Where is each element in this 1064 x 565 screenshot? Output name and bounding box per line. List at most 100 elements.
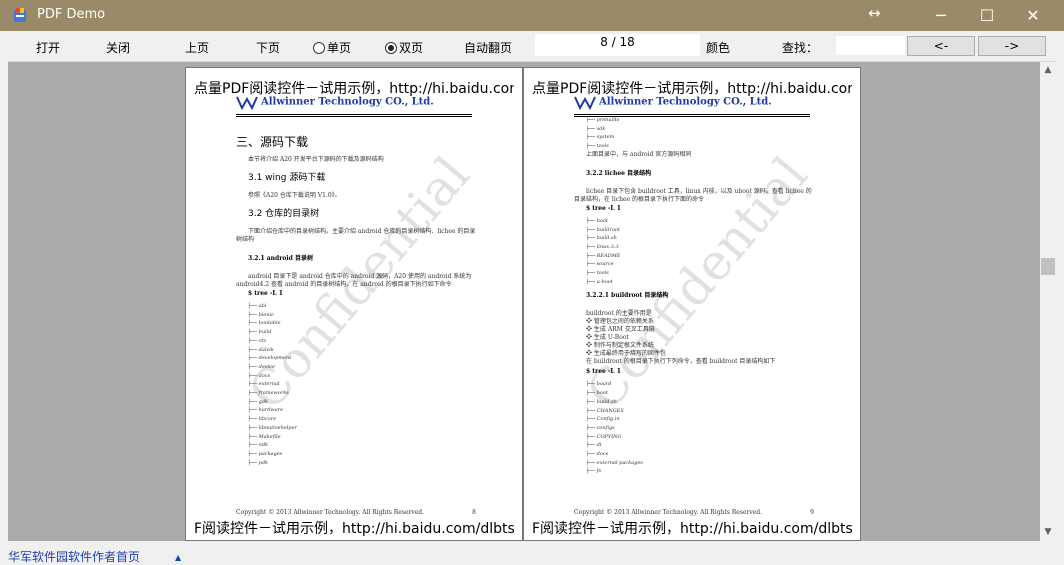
tree-item: ├── sdk — [586, 125, 606, 132]
tree-item: ├── dl — [586, 442, 602, 449]
tree-item: ├── COPYING — [586, 433, 622, 440]
pdf-viewer[interactable]: Confidential 点量PDF阅读控件－试用示例，http://hi.ba… — [8, 62, 1040, 541]
radio-circle-single[interactable] — [313, 41, 325, 54]
page-footer: Copyright © 2013 Allwinner Technology. A… — [574, 509, 814, 516]
page-number: 9 — [810, 509, 814, 516]
double-page-radio[interactable]: 双页 — [385, 39, 423, 56]
tree-item: ├── Makefile — [248, 433, 281, 440]
logo-text: Allwinner Technology CO., Ltd. — [599, 96, 772, 108]
open-button[interactable]: 打开 — [36, 39, 60, 56]
section-heading-3-2: 3.2 仓库的目录树 — [248, 209, 320, 219]
section-heading-3-2-1: 3.2.1 android 目录树 — [248, 255, 313, 262]
find-label: 查找： — [782, 41, 819, 55]
page-footer: Copyright © 2013 Allwinner Technology. A… — [236, 509, 476, 516]
tree-item: ├── buildroot — [586, 226, 620, 233]
tree-item: ├── boot — [586, 217, 608, 224]
tree-item: ├── external-packages — [586, 459, 643, 466]
search-input[interactable] — [835, 35, 906, 56]
tree-item: ├── CHANGES — [586, 407, 624, 414]
page-indicator-field[interactable]: 8 / 18 — [535, 34, 700, 56]
allwinner-logo-icon — [236, 96, 258, 110]
command-line: $ tree -L 1 — [586, 204, 621, 212]
tree-item: ├── ndk — [248, 442, 269, 449]
prev-page-button[interactable]: 上页 — [185, 39, 209, 56]
tree-item: ├── fs — [586, 468, 602, 475]
tree-item: ├── pdk — [248, 459, 269, 466]
intro-text: 本节将介绍 A20 开发平台下源码的下载及源码结构 — [248, 156, 384, 163]
next-page-button[interactable]: 下页 — [256, 39, 280, 56]
tree-item: ├── Config.in — [586, 416, 620, 423]
tree-item: ├── bootable — [248, 320, 281, 327]
bullet-list: ❖ 管理包之间的依赖关系 ❖ 生成 ARM 交叉工具链 ❖ 生成 U-Boot ❖ 制… — [586, 318, 814, 358]
tree-item: ├── hardware — [248, 407, 284, 414]
color-button[interactable]: 颜色 — [706, 39, 730, 56]
tree-item: ├── dalvik — [248, 346, 274, 353]
auto-flip-button[interactable]: 自动翻页 — [464, 39, 512, 56]
tree-item: ├── build — [248, 329, 272, 336]
section-3-2-text: 下面介绍仓库中的目录树结构。主要介绍 android 仓库的目录树结构、lich… — [236, 228, 476, 243]
directory-tree: ├── abi ├── bionic ├── bootable ├── build ├─… — [248, 302, 476, 467]
footer-copyright: Copyright © 2013 Allwinner Technology. A… — [574, 509, 763, 516]
scroll-down-arrow-icon[interactable]: ▼ — [1040, 524, 1056, 541]
tree-item: ├── libnativehelper — [248, 424, 297, 431]
section-heading-3-2-2: 3.2.2 lichee 目录结构 — [586, 169, 652, 177]
directory-tree-lichee: ├── boot ├── buildroot ├── build.sh ├── lin… — [586, 217, 814, 287]
tree-item: ├── board — [586, 381, 612, 388]
scroll-thumb[interactable] — [1041, 258, 1055, 275]
logo-text: Allwinner Technology CO., Ltd. — [261, 96, 434, 108]
window-title: PDF Demo — [37, 7, 106, 22]
double-page-label: 双页 — [399, 41, 424, 55]
tree-item: ├── docs — [586, 451, 609, 458]
section-3-2-1-text: android 目录下是 android 仓库中的 android 源码，A20… — [236, 273, 472, 288]
minimize-button[interactable]: ─ — [918, 0, 964, 31]
section-heading-3-1: 3.1 wing 源码下载 — [248, 173, 326, 183]
tree-item: ├── libcore — [248, 416, 277, 423]
section-3-1-text: 参照《A20 仓库下载说明 V1.0》。 — [248, 192, 341, 199]
tree-item: ├── system — [586, 134, 615, 141]
title-bar: PDF Demo ↔ ─ ☐ ✕ — [0, 0, 1064, 31]
trial-banner-bottom: F阅读控件－试用示例，http://hi.baidu.com/dlbtsoft — [194, 521, 514, 537]
scroll-up-arrow-icon[interactable]: ▲ — [1040, 62, 1056, 79]
tree-item: ├── configs — [586, 424, 615, 431]
document-body: 三、源码下载 本节将介绍 A20 开发平台下源码的下载及源码结构 3.1 win… — [236, 136, 476, 467]
vertical-scrollbar[interactable]: ▲ ▼ — [1040, 62, 1056, 541]
directory-tree-top: ├── prebuilts ├── sdk ├── system ├── tools — [586, 116, 814, 151]
tree-item: ├── README — [586, 252, 621, 259]
header-rule — [574, 114, 810, 115]
tree-item: ├── tools — [586, 143, 609, 150]
tree-item: ├── bionic — [248, 311, 275, 318]
tree-item: ├── frameworks — [248, 390, 289, 397]
document-body: ├── prebuilts ├── sdk ├── system ├── tools … — [574, 116, 814, 476]
tree-note: 上面目录中，与 android 官方源码相同 — [586, 150, 692, 158]
company-logo: Allwinner Technology CO., Ltd. — [236, 94, 434, 110]
close-button[interactable]: 关闭 — [106, 39, 130, 56]
command-line-2: $ tree -L 1 — [586, 368, 621, 376]
allwinner-logo-icon — [574, 96, 596, 110]
toolbar: 打开 关闭 上页 下页 单页 双页 自动翻页 8 / 18 颜色 查找： <- … — [8, 31, 1056, 62]
tree-item: ├── u-boot — [586, 278, 613, 285]
resize-icon: ↔ — [868, 4, 881, 22]
single-page-label: 单页 — [327, 41, 352, 55]
tree-item: ├── boot — [586, 390, 608, 397]
section-3-2-2-text: lichee 目录下包含 buildroot 工具，linux 内核，以及 ub… — [574, 187, 812, 203]
buildroot-tail: 在 buildroot 的根目录下执行下列命令，查看 buildroot 目录结… — [586, 358, 776, 366]
tree-item: ├── abi — [248, 303, 267, 309]
tree-item: ├── tools — [586, 270, 609, 277]
maximize-button[interactable]: ☐ — [964, 0, 1010, 31]
radio-circle-double[interactable] — [385, 41, 397, 54]
taskbar-link[interactable]: 华军软件园软件作者首页 — [8, 548, 140, 565]
tree-item: ├── source — [586, 261, 614, 268]
app-icon — [14, 8, 26, 22]
find-next-button[interactable]: -> — [978, 36, 1046, 56]
tree-item: ├── build.sh — [586, 398, 617, 405]
tree-item: ├── docs — [248, 372, 271, 379]
find-prev-button[interactable]: <- — [907, 36, 975, 56]
pdf-page-left: Confidential 点量PDF阅读控件－试用示例，http://hi.ba… — [185, 67, 523, 541]
tree-item: ├── device — [248, 363, 275, 370]
tree-item: ├── build.sh — [586, 235, 617, 242]
command-line: $ tree -L 1 — [248, 290, 283, 297]
single-page-radio[interactable]: 单页 — [313, 39, 351, 56]
tree-item: ├── packages — [248, 450, 283, 457]
footer-copyright: Copyright © 2013 Allwinner Technology. A… — [236, 509, 425, 516]
close-window-button[interactable]: ✕ — [1010, 0, 1056, 31]
